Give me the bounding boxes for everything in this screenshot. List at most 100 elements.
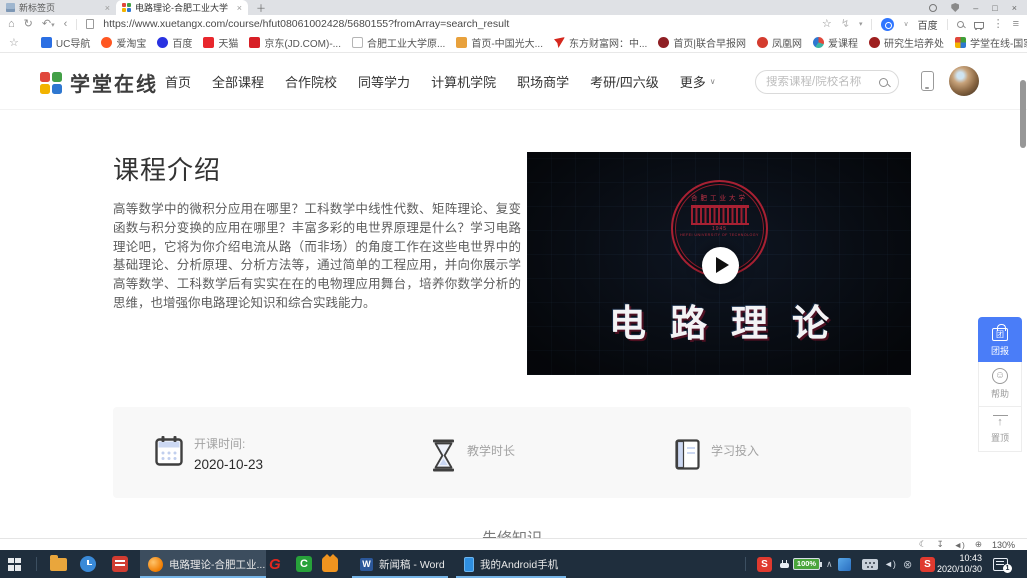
zoom-in-icon[interactable]: ⊕ [975,539,982,550]
bookmark-star-icon[interactable]: ☆ [822,19,832,30]
nav-item-all-courses[interactable]: 全部课程 [212,72,264,91]
bookmark-item[interactable]: 东方财富网：中... [554,35,647,50]
info-label: 学习投入 [711,442,759,470]
red-app-button[interactable] [112,550,128,578]
chevron-down-icon[interactable]: ∨ [903,20,908,28]
bookmark-item[interactable]: UC导航 [41,35,90,50]
zoom-level[interactable]: 130% [992,540,1015,550]
file-explorer-button[interactable] [50,550,67,578]
bookmark-label: UC导航 [56,35,90,50]
course-search-box[interactable] [755,70,899,94]
night-mode-icon[interactable]: ☾ [919,539,927,550]
page-sound-icon[interactable]: ◄) [954,540,965,550]
play-button[interactable] [702,247,739,284]
start-button[interactable] [8,550,21,578]
tray-expand-button[interactable]: ∧ [826,550,833,578]
download-icon[interactable]: ↧ [936,539,943,550]
taskbar-task-word[interactable]: W 新闻稿 - Word [352,550,448,578]
bookmark-item[interactable]: 研究生培养处 [869,35,944,50]
info-effort: 学习投入 [675,439,759,470]
nav-item-equivalent-degree[interactable]: 同等学力 [358,72,410,91]
nav-item-home[interactable]: 首页 [165,72,191,91]
group-signup-button[interactable]: 团 团报 [978,317,1022,362]
bookmark-item[interactable]: 首页-中国光大... [456,35,543,50]
help-button[interactable]: ☺ 帮助 [978,362,1022,407]
page-scrollbar[interactable] [1020,80,1026,148]
tray-wangwang[interactable] [838,550,851,578]
minimize-button[interactable]: – [973,3,978,13]
search-icon[interactable] [957,21,964,28]
maximize-button[interactable]: □ [992,3,997,13]
tray-sogou-1[interactable]: S [757,550,772,578]
bookmark-item[interactable]: 首页|联合早报网 [658,35,746,50]
bookmark-item[interactable]: 天猫 [203,35,238,50]
taskbar-task-android-phone[interactable]: 我的Android手机 [456,550,566,578]
caret-down-icon[interactable]: ▾ [859,20,863,28]
tray-close-circle[interactable]: ⊗ [903,550,912,578]
tray-power[interactable] [780,550,789,578]
profile-icon[interactable] [929,4,937,12]
tray-clock[interactable]: 10:43 2020/10/30 [940,550,982,578]
bookmark-item[interactable]: 爱淘宝 [101,35,146,50]
action-center-button[interactable]: 1 [993,550,1008,578]
url-field[interactable]: https://www.xuetangx.com/course/hfut0806… [103,18,813,30]
tab-course-page[interactable]: 电路理论-合肥工业大学 × [116,0,248,15]
taskbar-app-c[interactable]: C [296,550,312,578]
bookmark-item[interactable]: 京东(JD.COM)-... [249,35,341,50]
menu-icon[interactable]: ≡ [1013,19,1019,30]
close-window-button[interactable]: × [1012,3,1017,13]
user-avatar[interactable] [949,66,979,96]
more-options-icon[interactable]: ⋮ [993,19,1004,30]
search-engine-icon[interactable] [881,18,894,31]
clock-app-button[interactable] [80,550,96,578]
more-label: 更多 [680,72,706,91]
tray-volume[interactable]: ◄) [884,550,896,578]
tab-close-icon[interactable]: × [237,3,242,13]
bookmark-favicon-icon [813,37,824,48]
refresh-icon[interactable]: ↻ [24,19,33,30]
nav-item-cs-school[interactable]: 计算机学院 [431,72,496,91]
clock-icon [80,556,96,572]
tab-title: 电路理论-合肥工业大学 [135,1,233,14]
flash-icon[interactable]: ↯ [841,19,850,30]
tab-new-tab-page[interactable]: 新标签页 × [0,0,116,15]
bookmark-item[interactable]: 学堂在线-国家... [955,35,1027,50]
taskbar-divider [36,557,37,571]
shield-icon[interactable] [951,3,959,12]
nav-item-partner-schools[interactable]: 合作院校 [285,72,337,91]
taskbar-task-browser[interactable]: 电路理论-合肥工业... [140,550,266,578]
bookmark-item[interactable]: 凤凰网 [757,35,802,50]
course-search-input[interactable] [766,76,873,88]
help-smiley-icon: ☺ [992,368,1008,384]
info-duration: 教学时长 [431,439,515,472]
search-engine-label[interactable]: 百度 [918,17,938,32]
bookmark-label: 百度 [172,35,192,50]
taskbar-app-wangwang[interactable] [322,550,338,578]
back-to-top-button[interactable]: ↑ 置顶 [978,407,1022,452]
search-icon[interactable] [879,78,888,87]
bookmark-item[interactable]: 爱课程 [813,35,858,50]
tray-battery[interactable]: 100% [793,550,820,578]
new-tab-button[interactable]: ＋ [248,0,274,15]
nav-item-business-school[interactable]: 职场商学 [517,72,569,91]
back-icon[interactable]: ‹ [64,19,68,30]
taskbar-app-g[interactable]: G [269,550,281,578]
bookmark-item[interactable]: 合肥工业大学原... [352,35,445,50]
tray-sogou-2[interactable]: S [920,550,935,578]
undo-icon[interactable]: ↶▾ [42,19,55,30]
tray-ime[interactable] [862,550,878,578]
nav-item-more[interactable]: 更多 ∨ [680,72,716,91]
site-logo[interactable]: 学堂在线 [40,68,158,97]
bookmark-favicon-icon [203,37,214,48]
course-video-player[interactable]: 合肥工业大学 1945 HEFEI UNIVERSITY OF TECHNOLO… [527,152,911,375]
tab-close-icon[interactable]: × [105,3,110,13]
home-icon[interactable]: ⌂ [8,19,15,30]
bookmarks-star-icon[interactable]: ☆ [9,36,19,49]
seal-year: 1945 [673,226,766,232]
xuetangx-favicon-icon [122,3,131,12]
bookmark-item[interactable]: 百度 [157,35,192,50]
divider [76,19,77,30]
mobile-app-icon[interactable] [921,71,934,91]
nav-item-exam-prep[interactable]: 考研/四六级 [590,72,659,91]
cart-icon[interactable] [973,20,984,29]
